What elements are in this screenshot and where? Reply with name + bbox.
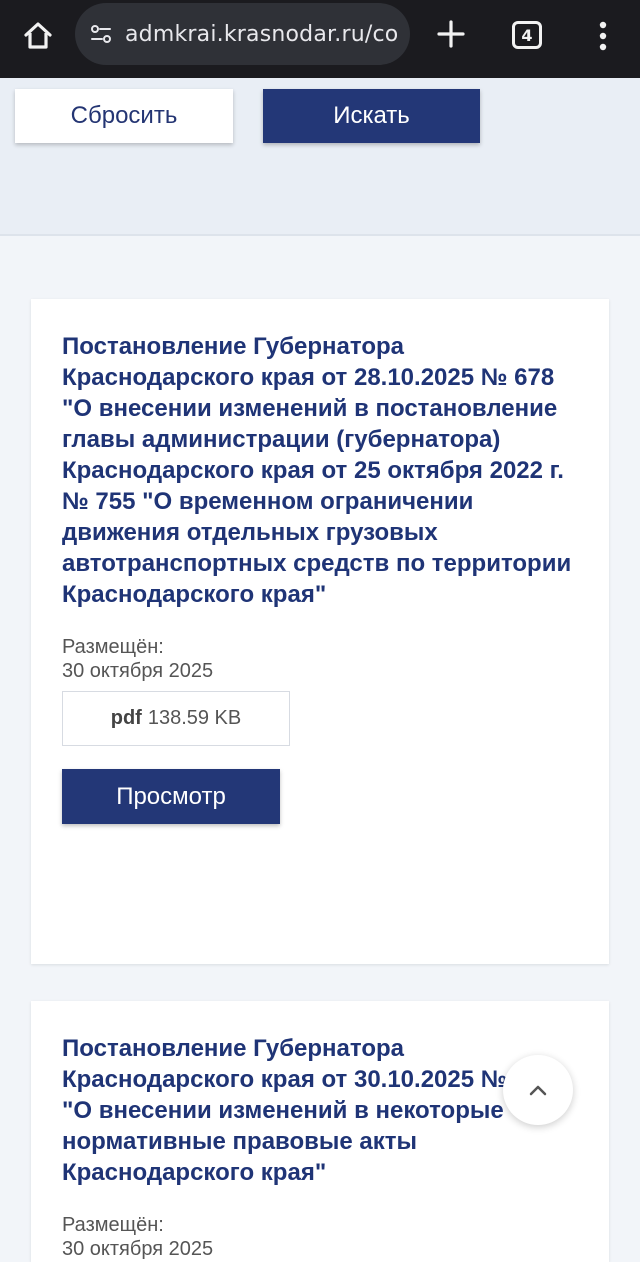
home-icon[interactable] <box>16 14 60 58</box>
file-extension: pdf <box>110 707 142 729</box>
filter-panel: Сбросить Искать <box>0 78 640 236</box>
reset-button[interactable]: Сбросить <box>15 89 233 143</box>
document-title[interactable]: Постановление Губернатора Краснодарского… <box>62 1033 582 1188</box>
site-settings-icon[interactable] <box>87 20 115 48</box>
more-vert-icon[interactable] <box>586 14 620 58</box>
plus-icon[interactable] <box>430 13 472 55</box>
address-bar[interactable]: admkrai.krasnodar.ru/co <box>75 3 410 65</box>
file-size: 138.59 KB <box>147 707 242 729</box>
placed-label: Размещён: <box>62 636 164 658</box>
placed-label: Размещён: <box>62 1214 164 1236</box>
tab-switcher-icon[interactable]: 4 <box>512 21 542 49</box>
url-text: admkrai.krasnodar.ru/co <box>125 21 399 47</box>
document-card: Постановление Губернатора Краснодарского… <box>31 299 609 964</box>
search-button[interactable]: Искать <box>263 89 480 143</box>
file-download-link[interactable]: pdf 138.59 KB <box>62 691 290 746</box>
document-title[interactable]: Постановление Губернатора Краснодарского… <box>62 331 582 610</box>
document-card: Постановление Губернатора Краснодарского… <box>31 1001 609 1262</box>
scroll-to-top-button[interactable] <box>503 1055 573 1125</box>
placed-date: 30 октября 2025 <box>62 660 214 682</box>
placed-date: 30 октября 2025 <box>62 1238 214 1260</box>
view-button[interactable]: Просмотр <box>62 769 280 824</box>
browser-toolbar: admkrai.krasnodar.ru/co 4 <box>0 0 640 78</box>
chevron-up-icon <box>529 1085 547 1096</box>
